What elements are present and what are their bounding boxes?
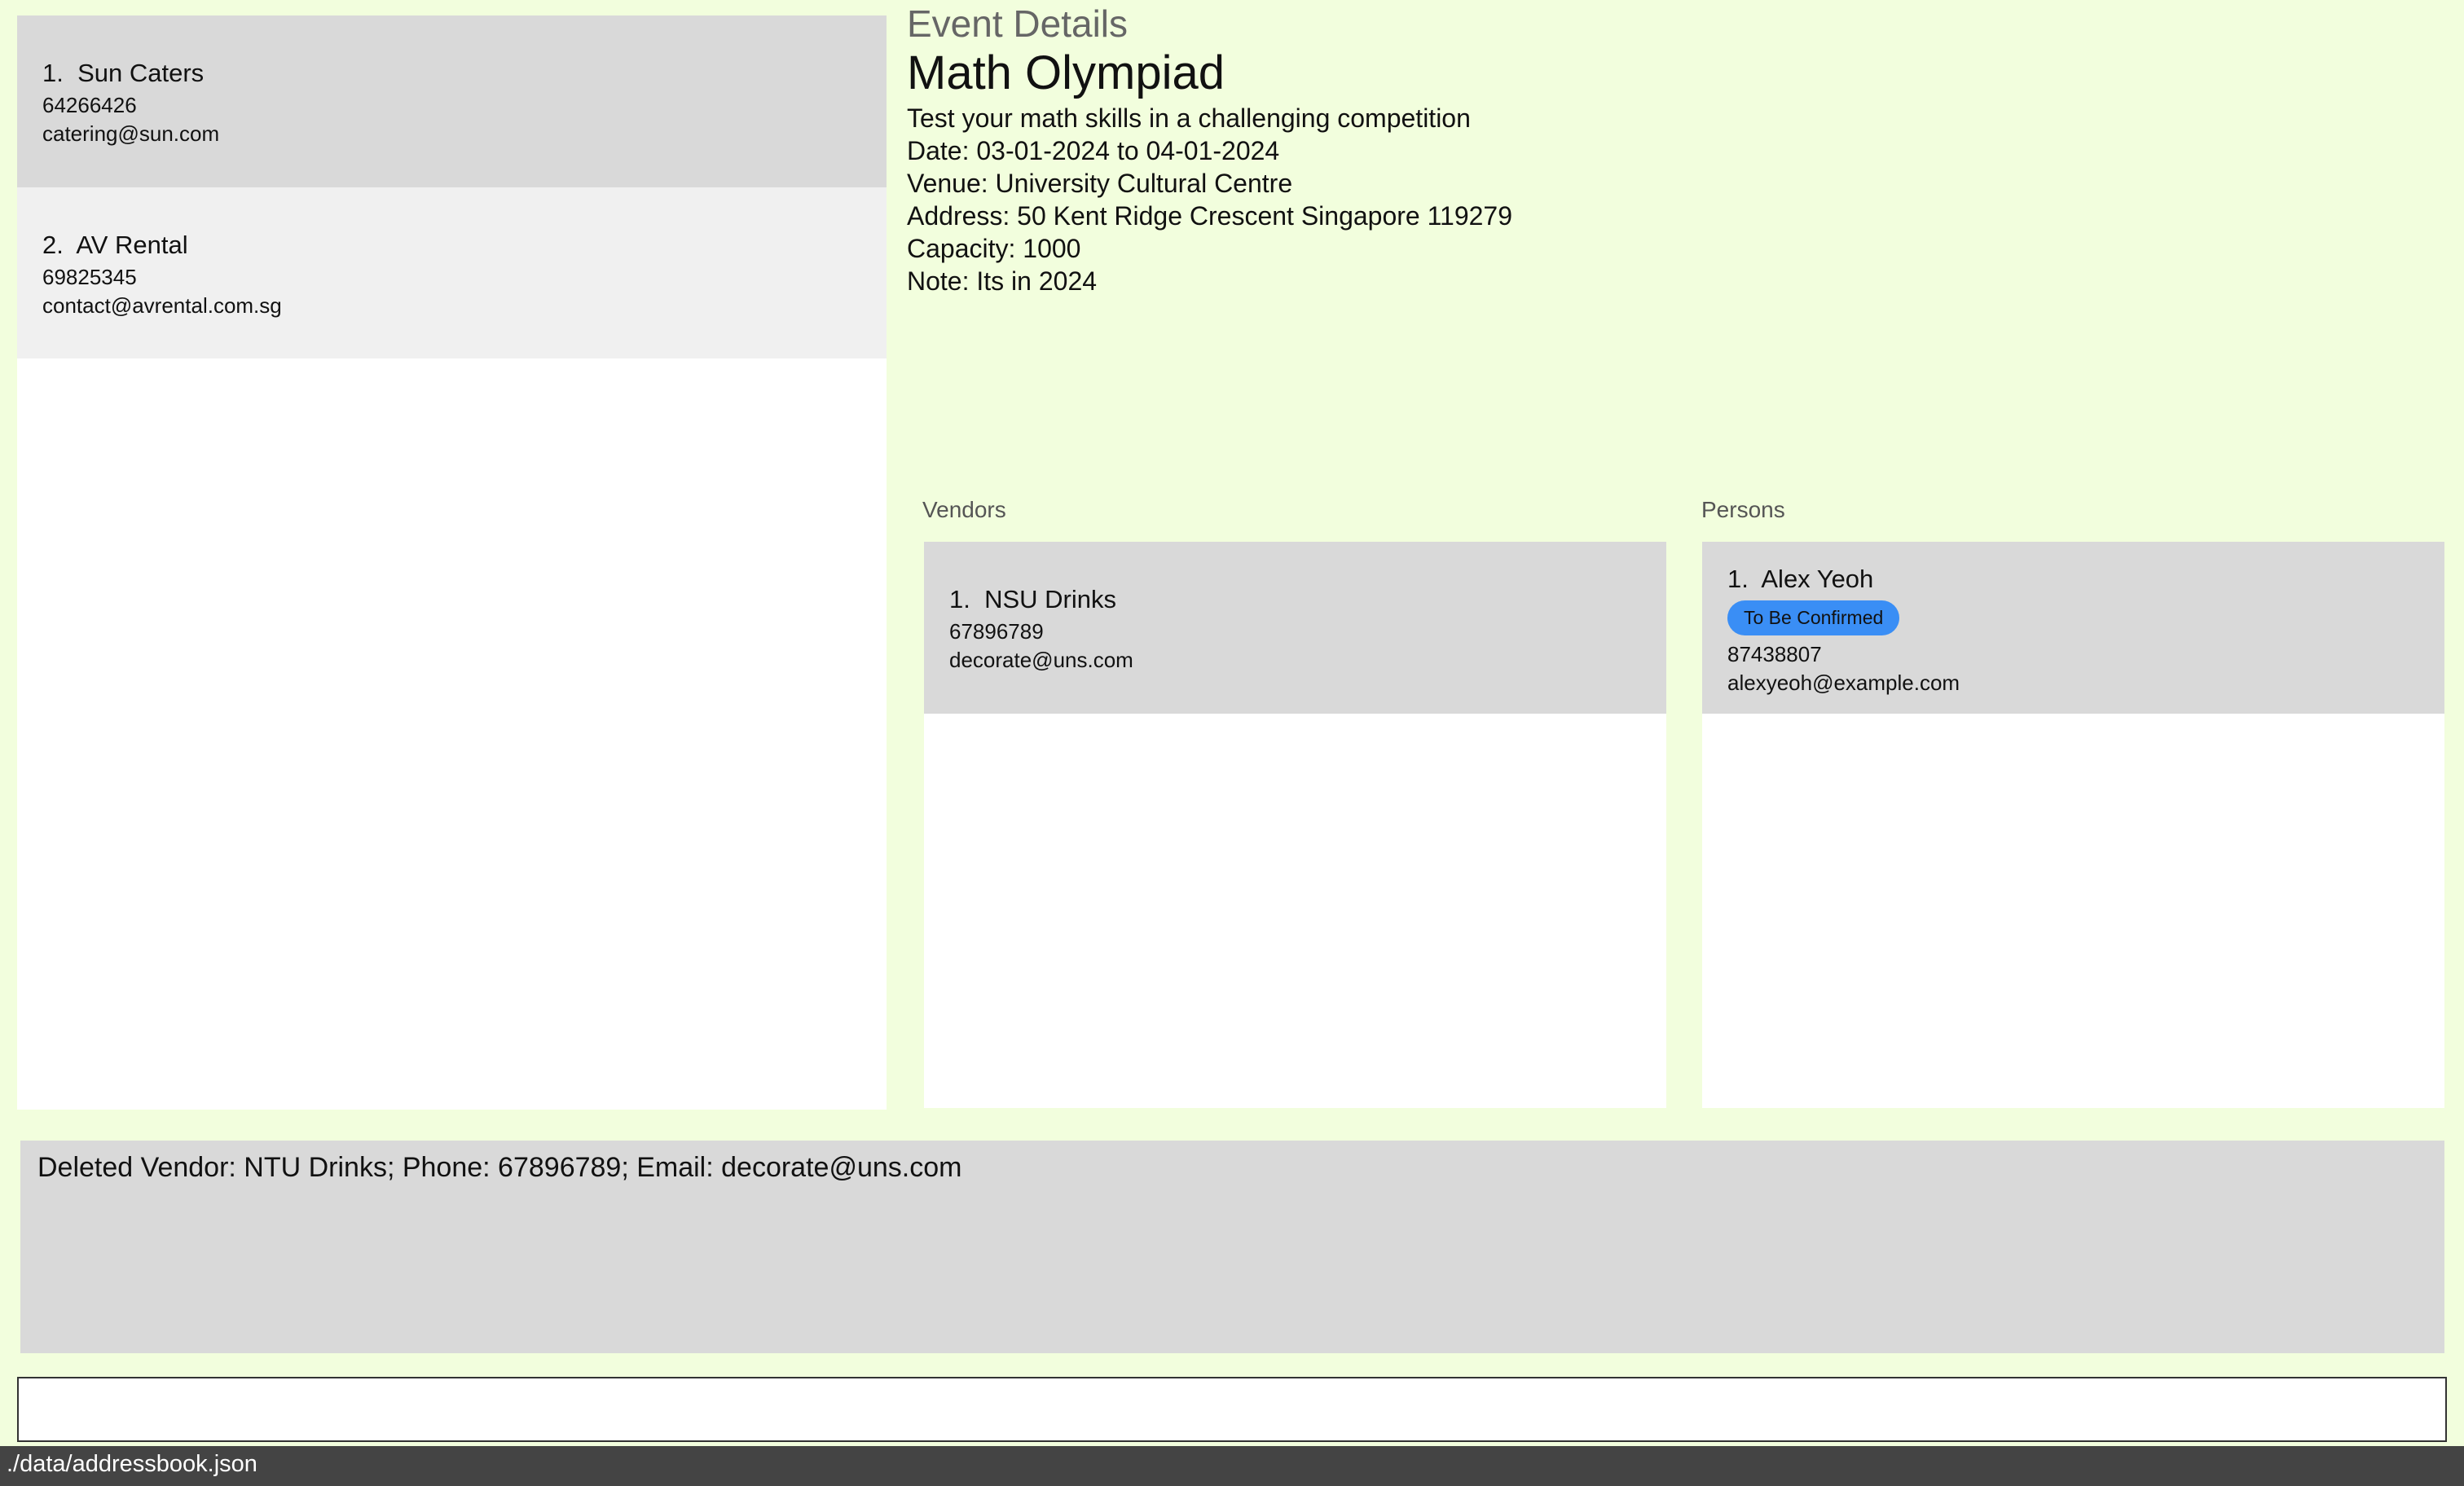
vendor-email: decorate@uns.com — [949, 648, 1133, 672]
status-badge: To Be Confirmed — [1727, 600, 1900, 635]
vendor-name-text: Sun Caters — [77, 59, 205, 87]
persons-label: Persons — [1701, 497, 1785, 522]
vendor-phone: 67896789 — [949, 619, 1044, 644]
vendors-label: Vendors — [922, 497, 1006, 522]
person-index: 1. — [1727, 565, 1749, 593]
command-input[interactable] — [17, 1377, 2447, 1442]
event-description: Test your math skills in a challenging c… — [907, 103, 1471, 133]
vendor-index: 1. — [42, 59, 64, 87]
vendor-list-panel: 1. Sun Caters 64266426 catering@sun.com … — [17, 15, 887, 1110]
event-capacity: Capacity: 1000 — [907, 234, 1081, 263]
event-note: Note: Its in 2024 — [907, 266, 1098, 296]
event-address: Address: 50 Kent Ridge Crescent Singapor… — [907, 201, 1512, 231]
event-vendor-card-1[interactable]: 1. NSU Drinks 67896789 decorate@uns.com — [924, 542, 1666, 714]
result-text: Deleted Vendor: NTU Drinks; Phone: 67896… — [37, 1152, 962, 1183]
vendor-name-text: AV Rental — [76, 231, 188, 259]
event-vendors-panel: 1. NSU Drinks 67896789 decorate@uns.com — [924, 542, 1666, 1108]
vendor-name-text: NSU Drinks — [984, 585, 1116, 613]
save-location: ./data/addressbook.json — [7, 1451, 257, 1477]
person-name: 1. Alex Yeoh — [1727, 565, 2419, 594]
vendor-name: 1. Sun Caters — [42, 59, 861, 88]
vendor-name: 2. AV Rental — [42, 231, 861, 260]
vendor-email: contact@avrental.com.sg — [42, 293, 282, 318]
event-name: Math Olympiad — [907, 46, 1225, 99]
vendor-email: catering@sun.com — [42, 121, 220, 146]
event-date: Date: 03-01-2024 to 04-01-2024 — [907, 136, 1280, 165]
vendor-phone: 69825345 — [42, 265, 137, 289]
person-name-text: Alex Yeoh — [1761, 565, 1874, 593]
event-persons-panel: 1. Alex Yeoh To Be Confirmed 87438807 al… — [1702, 542, 2444, 1108]
vendor-index: 2. — [42, 231, 64, 259]
vendor-name: 1. NSU Drinks — [949, 585, 1641, 614]
person-email: alexyeoh@example.com — [1727, 670, 1960, 695]
vendor-card-2[interactable]: 2. AV Rental 69825345 contact@avrental.c… — [17, 187, 887, 358]
event-venue: Venue: University Cultural Centre — [907, 169, 1293, 198]
person-phone: 87438807 — [1727, 642, 1822, 666]
person-card-1[interactable]: 1. Alex Yeoh To Be Confirmed 87438807 al… — [1702, 542, 2444, 714]
vendor-card-1[interactable]: 1. Sun Caters 64266426 catering@sun.com — [17, 15, 887, 187]
status-bar: ./data/addressbook.json — [0, 1446, 2464, 1486]
event-details-header: Event Details — [907, 2, 1129, 45]
vendor-phone: 64266426 — [42, 93, 137, 117]
vendor-index: 1. — [949, 585, 970, 613]
event-details: Event Details Math Olympiad Test your ma… — [907, 0, 1512, 297]
result-display: Deleted Vendor: NTU Drinks; Phone: 67896… — [20, 1141, 2444, 1353]
